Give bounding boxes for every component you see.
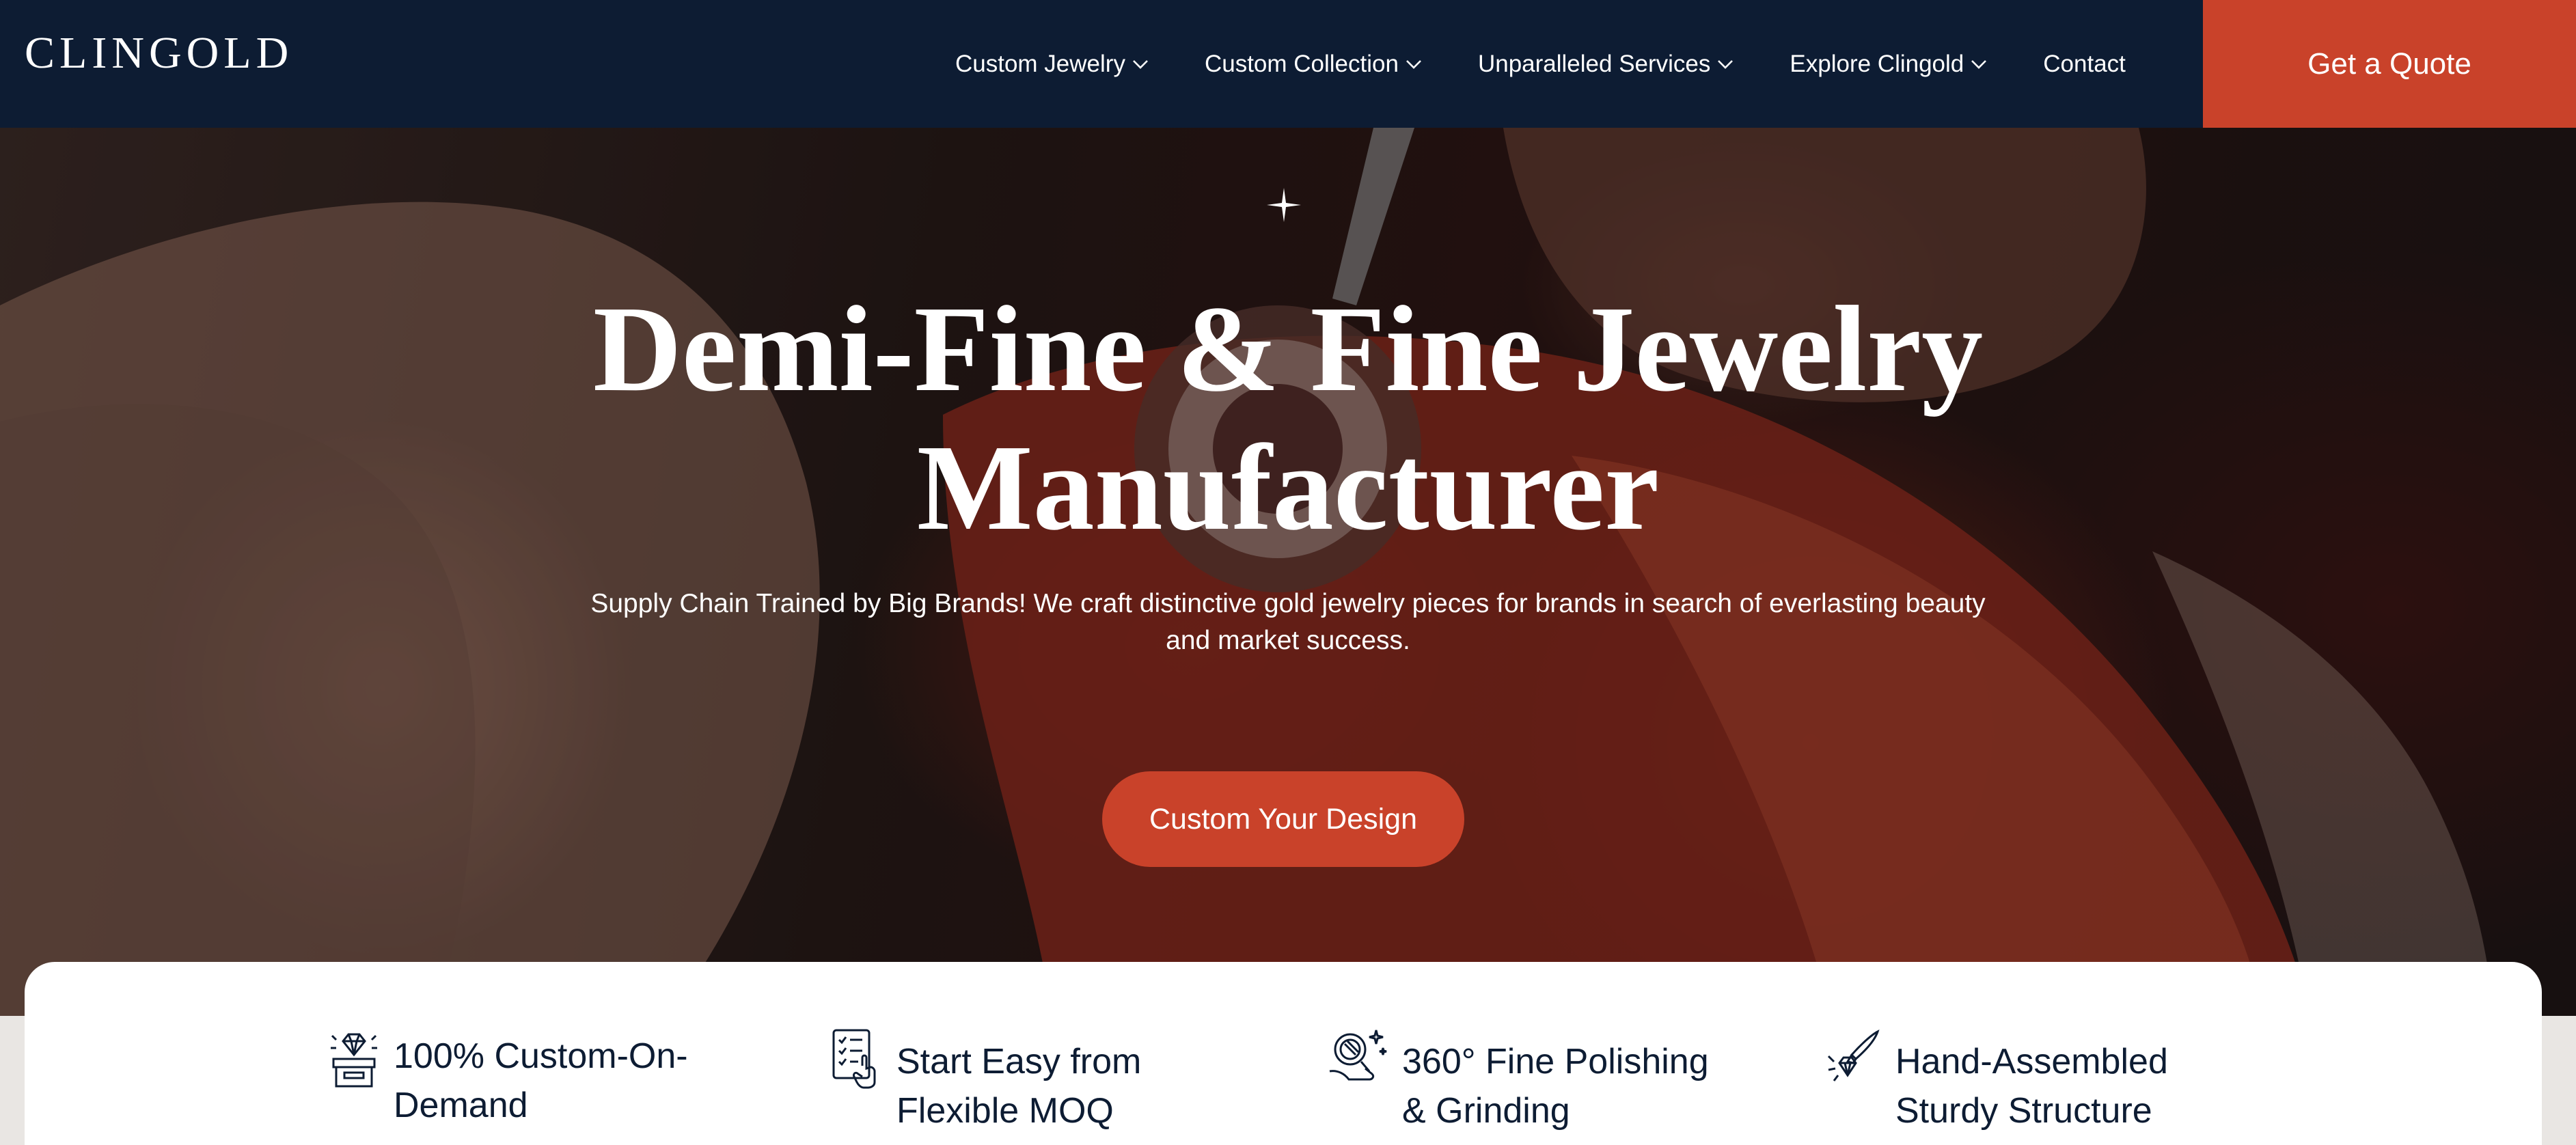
hero-section: Demi-Fine & Fine Jewelry Manufacturer Su…	[0, 128, 2576, 1016]
feature-label: 100% Custom-On- Demand	[394, 1032, 688, 1130]
logo-text: CLINGOLD	[25, 28, 294, 78]
main-nav: Custom Jewelry Custom Collection Unparal…	[955, 0, 2126, 128]
assembly-tool-icon	[1827, 1030, 1880, 1081]
custom-your-design-button[interactable]: Custom Your Design	[1102, 771, 1464, 867]
features-strip: 100% Custom-On- Demand Start Easy from F…	[25, 962, 2542, 1145]
nav-item-explore-clingold[interactable]: Explore Clingold	[1790, 51, 1987, 78]
nav-item-label: Custom Jewelry	[955, 50, 1125, 77]
nav-item-label: Contact	[2043, 50, 2126, 77]
chevron-down-icon	[1406, 59, 1421, 69]
feature-label: 360° Fine Polishing & Grinding	[1402, 1037, 1709, 1135]
site-header: CLINGOLD Custom Jewelry Custom Collectio…	[0, 0, 2576, 128]
nav-item-contact[interactable]: Contact	[2043, 51, 2126, 78]
get-a-quote-button[interactable]: Get a Quote	[2203, 0, 2576, 128]
hero-title: Demi-Fine & Fine Jewelry Manufacturer	[0, 279, 2576, 557]
logo[interactable]: CLINGOLD	[25, 27, 293, 79]
polishing-ring-icon	[1329, 1030, 1387, 1081]
feature-label-line-2: & Grinding	[1402, 1091, 1570, 1131]
feature-label: Start Easy from Flexible MOQ	[896, 1037, 1141, 1135]
sparkle-icon	[1267, 188, 1301, 222]
hero-overlay	[0, 128, 2576, 1016]
chevron-down-icon	[1718, 59, 1734, 69]
hero-subtitle: Supply Chain Trained by Big Brands! We c…	[590, 589, 1986, 655]
feature-label-line-2: Demand	[394, 1086, 528, 1125]
jewelry-box-icon	[331, 1033, 377, 1088]
hero-title-line-1: Demi-Fine & Fine Jewelry	[592, 281, 1984, 417]
feature-flexible-moq: Start Easy from Flexible MOQ	[831, 1027, 1141, 1135]
nav-item-label: Explore Clingold	[1790, 50, 1964, 77]
feature-fine-polishing: 360° Fine Polishing & Grinding	[1327, 1026, 1709, 1135]
feature-label-line-1: Start Easy from	[896, 1042, 1142, 1081]
nav-item-custom-jewelry[interactable]: Custom Jewelry	[955, 51, 1149, 78]
feature-label-line-1: 360° Fine Polishing	[1402, 1042, 1709, 1081]
hero-title-line-2: Manufacturer	[916, 419, 1660, 555]
nav-item-label: Custom Collection	[1204, 50, 1399, 77]
feature-label: Hand-Assembled Sturdy Structure	[1895, 1037, 2168, 1135]
chevron-down-icon	[1971, 59, 1987, 69]
nav-item-unparalleled-services[interactable]: Unparalleled Services	[1478, 51, 1734, 78]
nav-item-label: Unparalleled Services	[1477, 50, 1711, 77]
feature-label-line-2: Flexible MOQ	[896, 1091, 1114, 1131]
feature-label-line-1: 100% Custom-On-	[394, 1036, 688, 1076]
feature-label-line-1: Hand-Assembled	[1895, 1042, 2168, 1081]
chevron-down-icon	[1133, 59, 1148, 69]
feature-custom-on-demand: 100% Custom-On- Demand	[328, 1032, 688, 1130]
nav-item-custom-collection[interactable]: Custom Collection	[1205, 51, 1422, 78]
feature-label-line-2: Sturdy Structure	[1895, 1091, 2152, 1131]
checklist-hand-icon	[832, 1029, 876, 1089]
feature-hand-assembled: Hand-Assembled Sturdy Structure	[1824, 1027, 2168, 1135]
